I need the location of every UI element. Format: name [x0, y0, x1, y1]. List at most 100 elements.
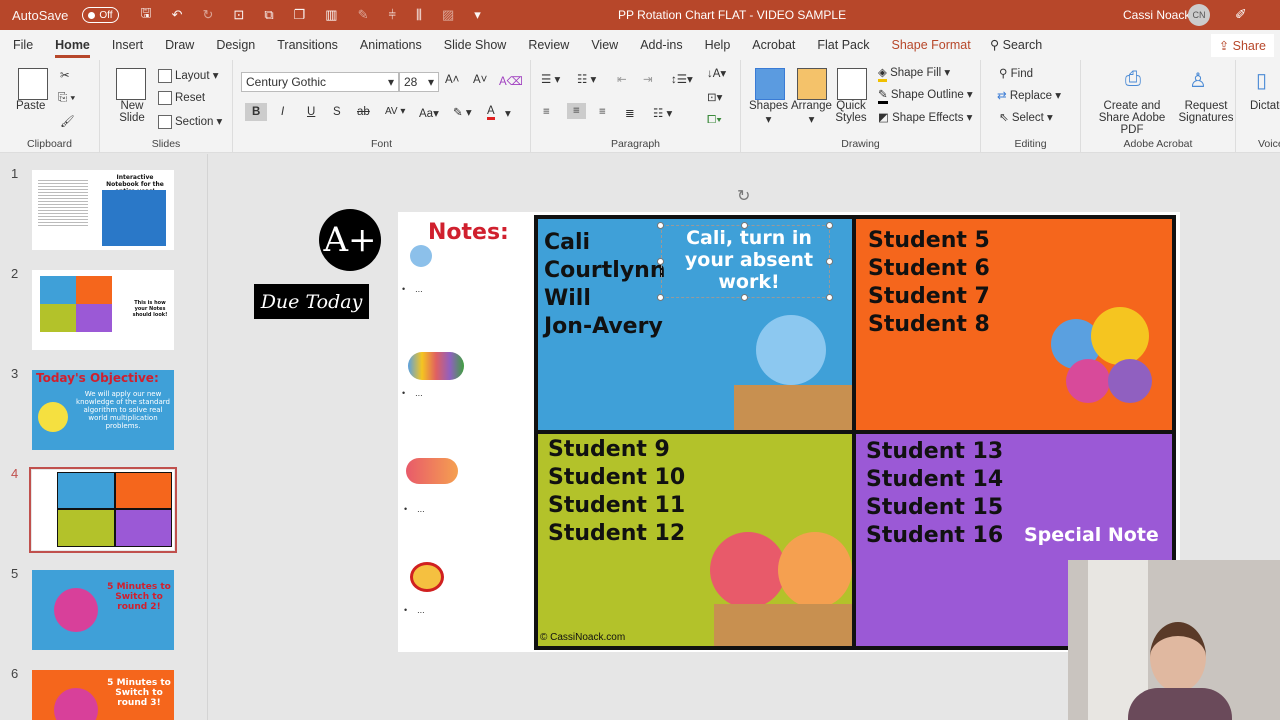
tab-insert[interactable]: Insert [101, 30, 154, 60]
highlight-icon[interactable]: ✎ ▾ [453, 105, 472, 119]
paste-button[interactable]: Paste [16, 100, 45, 112]
align-text-icon[interactable]: ⊡▾ [707, 90, 722, 104]
shadow-button[interactable]: S [333, 106, 341, 118]
format-painter-icon[interactable]: 🖌 [60, 114, 75, 128]
chart-icon[interactable]: ▥ [325, 7, 337, 23]
tab-view[interactable]: View [580, 30, 629, 60]
line-spacing-icon[interactable]: ↕☰▾ [671, 72, 693, 86]
font-name-select[interactable]: Century Gothic ▾ [241, 72, 399, 92]
increase-indent-icon[interactable]: ⇥ [643, 72, 653, 86]
justify-icon[interactable]: ≣ [625, 106, 635, 120]
align-center-icon[interactable]: ⫩ [388, 7, 395, 23]
resize-handle[interactable] [741, 222, 748, 229]
copy-icon[interactable]: ⎘ ▾ [58, 92, 75, 105]
section-button[interactable]: Section ▾ [158, 114, 222, 129]
quick-styles-button[interactable]: Quick Styles [833, 100, 869, 124]
selection-box[interactable] [661, 225, 830, 298]
slide-thumbnail-2[interactable]: This is how your Notes should look! [32, 270, 174, 350]
slide-thumbnail-1[interactable]: Interactive Notebook for the entire year… [32, 170, 174, 250]
avatar[interactable]: CN [1188, 4, 1210, 26]
align-right-icon[interactable]: ≡ [599, 106, 606, 118]
resize-handle[interactable] [741, 294, 748, 301]
tab-flat-pack[interactable]: Flat Pack [806, 30, 880, 60]
slide-thumbnail-6[interactable]: 5 Minutes to Switch to round 3! [32, 670, 174, 720]
numbering-icon[interactable]: ☷ ▾ [577, 72, 596, 86]
resize-handle[interactable] [826, 222, 833, 229]
text-direction-icon[interactable]: ↓A▾ [707, 66, 726, 80]
tab-draw[interactable]: Draw [154, 30, 205, 60]
special-note[interactable]: Special Note [1024, 524, 1159, 546]
strikethrough-button[interactable]: ab [357, 106, 370, 118]
user-name[interactable]: Cassi Noack [1123, 8, 1190, 22]
font-color-icon[interactable]: A [487, 105, 495, 120]
dictate-button[interactable]: Dictate [1250, 100, 1280, 112]
smartart-icon[interactable]: ⧠▾ [707, 114, 722, 127]
resize-handle[interactable] [657, 222, 664, 229]
rotate-handle[interactable]: ↻ [737, 186, 750, 206]
char-spacing-button[interactable]: AV ▾ [385, 106, 405, 117]
create-share-pdf-button[interactable]: Create and Share Adobe PDF [1089, 100, 1175, 136]
clear-format-icon[interactable]: A⌫ [499, 74, 523, 88]
tab-design[interactable]: Design [205, 30, 266, 60]
pen-icon[interactable]: ✐ [1235, 6, 1247, 23]
new-slide-button[interactable]: New Slide [112, 100, 152, 124]
tab-review[interactable]: Review [517, 30, 580, 60]
group-icon[interactable]: ⧉ [264, 7, 273, 23]
change-case-button[interactable]: Aa▾ [419, 106, 439, 120]
bold-button[interactable]: B [245, 103, 268, 121]
resize-handle[interactable] [826, 294, 833, 301]
grow-font-icon[interactable]: A˄ [445, 74, 459, 86]
font-size-select[interactable]: 28 ▾ [399, 72, 439, 92]
resize-handle[interactable] [657, 258, 664, 265]
present-icon[interactable]: ⊡ [233, 7, 244, 23]
undo-icon[interactable]: ↶ [172, 7, 183, 23]
columns-icon[interactable]: ☷ ▾ [653, 106, 672, 120]
quadrant-3[interactable]: Student 9 Student 10 Student 11 Student 12 … [538, 434, 852, 646]
shape-fill-button[interactable]: ◈ Shape Fill ▾ [878, 65, 950, 82]
bring-forward-icon[interactable]: ❐ [294, 7, 306, 23]
request-signatures-button[interactable]: Request Signatures [1177, 100, 1235, 124]
quadrant-2[interactable]: Student 5 Student 6 Student 7 Student 8 [856, 219, 1172, 430]
find-button[interactable]: ⚲ Find [999, 66, 1033, 80]
tab-home[interactable]: Home [44, 30, 101, 60]
a-plus-badge[interactable]: A+ [319, 209, 381, 271]
save-icon[interactable]: 🖫 [141, 4, 152, 26]
tab-slide-show[interactable]: Slide Show [433, 30, 518, 60]
autosave-toggle[interactable]: Off [82, 7, 119, 23]
align-left-icon[interactable]: ≡ [543, 106, 550, 118]
search-box[interactable]: ⚲ Search [990, 37, 1042, 52]
italic-button[interactable]: I [281, 106, 284, 118]
resize-handle[interactable] [657, 294, 664, 301]
shape-outline-button[interactable]: ✎ Shape Outline ▾ [878, 87, 973, 104]
slide-thumbnail-3[interactable]: Today's Objective: We will apply our new… [32, 370, 174, 450]
replace-button[interactable]: ⇄ Replace ▾ [997, 88, 1061, 102]
tab-animations[interactable]: Animations [349, 30, 433, 60]
align-center-icon[interactable]: ≡ [567, 103, 586, 119]
layout-button[interactable]: Layout ▾ [158, 68, 219, 83]
due-today-label[interactable]: Due Today [254, 284, 369, 319]
decrease-indent-icon[interactable]: ⇤ [617, 72, 627, 86]
resize-handle[interactable] [826, 258, 833, 265]
format-painter-icon[interactable]: ✎ [358, 7, 369, 23]
distribute-icon[interactable]: ⫼ [416, 7, 422, 23]
customize-qat-icon[interactable]: ▾ [474, 7, 481, 23]
tab-acrobat[interactable]: Acrobat [741, 30, 806, 60]
bullets-icon[interactable]: ☰ ▾ [541, 72, 560, 86]
shapes-button[interactable]: Shapes ▾ [749, 100, 788, 126]
select-button[interactable]: ⇖ Select ▾ [999, 110, 1053, 124]
slide-thumbnail-5[interactable]: 5 Minutes to Switch to round 2! [32, 570, 174, 650]
tab-transitions[interactable]: Transitions [266, 30, 349, 60]
redo-icon[interactable]: ↻ [203, 7, 214, 23]
slide-thumbnail-pane[interactable]: 1 Interactive Notebook for the entire ye… [0, 154, 208, 720]
share-button[interactable]: ⇪ Share [1210, 34, 1274, 57]
shrink-font-icon[interactable]: A˅ [473, 74, 487, 86]
cut-icon[interactable]: ✂ [60, 68, 70, 82]
picture-icon[interactable]: ▨ [442, 7, 454, 23]
tab-add-ins[interactable]: Add-ins [629, 30, 693, 60]
arrange-button[interactable]: Arrange ▾ [791, 100, 832, 126]
underline-button[interactable]: U [307, 106, 315, 118]
tab-file[interactable]: File [2, 30, 44, 60]
slide-thumbnail-4[interactable] [29, 467, 177, 553]
reset-button[interactable]: Reset [158, 91, 205, 105]
shape-effects-button[interactable]: ◩ Shape Effects ▾ [878, 110, 972, 124]
